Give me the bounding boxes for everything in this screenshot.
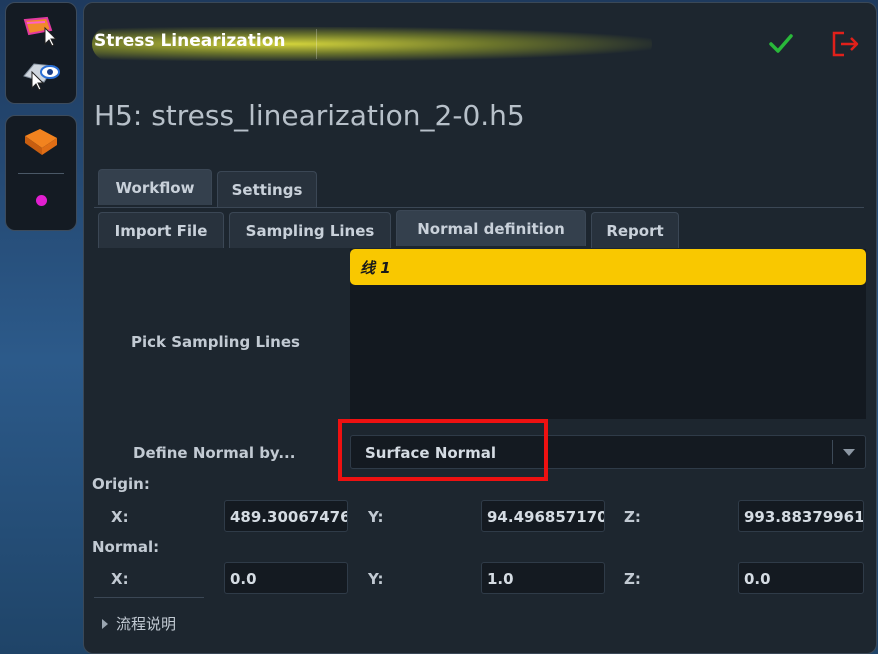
normal-y-label: Y: xyxy=(368,570,384,588)
chevron-right-icon xyxy=(102,618,108,629)
normal-z-label: Z: xyxy=(624,570,641,588)
visibility-cursor-icon xyxy=(23,63,60,91)
exit-icon xyxy=(832,31,859,57)
expander-label: 流程说明 xyxy=(116,615,177,633)
highlight-box xyxy=(338,419,548,481)
list-item[interactable]: 线 1 xyxy=(350,249,866,285)
normal-z-field[interactable]: 0.0 xyxy=(738,562,864,594)
dialog-title: Stress Linearization xyxy=(94,31,286,51)
visibility-button[interactable] xyxy=(16,55,66,95)
origin-y-label: Y: xyxy=(368,508,384,526)
surface-mesh-icon xyxy=(25,129,57,155)
surface-button[interactable] xyxy=(16,122,66,162)
normal-x-label: X: xyxy=(111,570,129,588)
origin-x-label: X: xyxy=(111,508,129,526)
exit-button[interactable] xyxy=(830,29,862,59)
toolbar-group-select xyxy=(5,2,77,104)
normal-label: Normal: xyxy=(92,538,160,556)
checkmark-icon xyxy=(769,34,793,53)
toolbar-divider xyxy=(18,173,64,174)
pick-sampling-lines-label: Pick Sampling Lines xyxy=(131,333,300,351)
normal-x-field[interactable]: 0.0 xyxy=(224,562,348,594)
combo-divider xyxy=(832,440,833,464)
confirm-button[interactable] xyxy=(766,29,796,59)
file-heading: H5: stress_linearization_2-0.h5 xyxy=(94,99,525,132)
normal-y-field[interactable]: 1.0 xyxy=(481,562,605,594)
origin-z-label: Z: xyxy=(624,508,641,526)
sampling-lines-list[interactable]: 线 1 xyxy=(350,249,866,419)
tab-settings[interactable]: Settings xyxy=(217,171,317,207)
tab-sampling-lines[interactable]: Sampling Lines xyxy=(229,212,391,248)
point-button[interactable] xyxy=(16,180,66,220)
tab-workflow[interactable]: Workflow xyxy=(98,169,212,205)
chevron-down-icon[interactable] xyxy=(843,449,855,456)
origin-label: Origin: xyxy=(92,475,150,493)
tab-divider xyxy=(94,207,864,208)
select-box-cursor-icon xyxy=(23,16,58,47)
origin-y-field[interactable]: 94.496857170 xyxy=(481,500,605,532)
define-normal-label: Define Normal by... xyxy=(133,444,296,462)
toolbar-group-geometry xyxy=(5,115,77,231)
stress-linearization-panel: Stress Linearization H5: stress_lineariz… xyxy=(83,2,877,654)
point-marker-icon xyxy=(35,194,47,206)
title-divider xyxy=(316,29,317,59)
tab-import-file[interactable]: Import File xyxy=(98,212,224,248)
title-bar: Stress Linearization xyxy=(92,21,872,67)
workflow-description-expander[interactable]: 流程说明 xyxy=(102,613,176,634)
section-divider xyxy=(94,597,204,598)
tab-report[interactable]: Report xyxy=(591,212,679,248)
select-box-button[interactable] xyxy=(16,11,66,51)
origin-x-field[interactable]: 489.30067476 xyxy=(224,500,348,532)
tab-normal-definition[interactable]: Normal definition xyxy=(396,210,586,246)
origin-z-field[interactable]: 993.88379961 xyxy=(738,500,864,532)
